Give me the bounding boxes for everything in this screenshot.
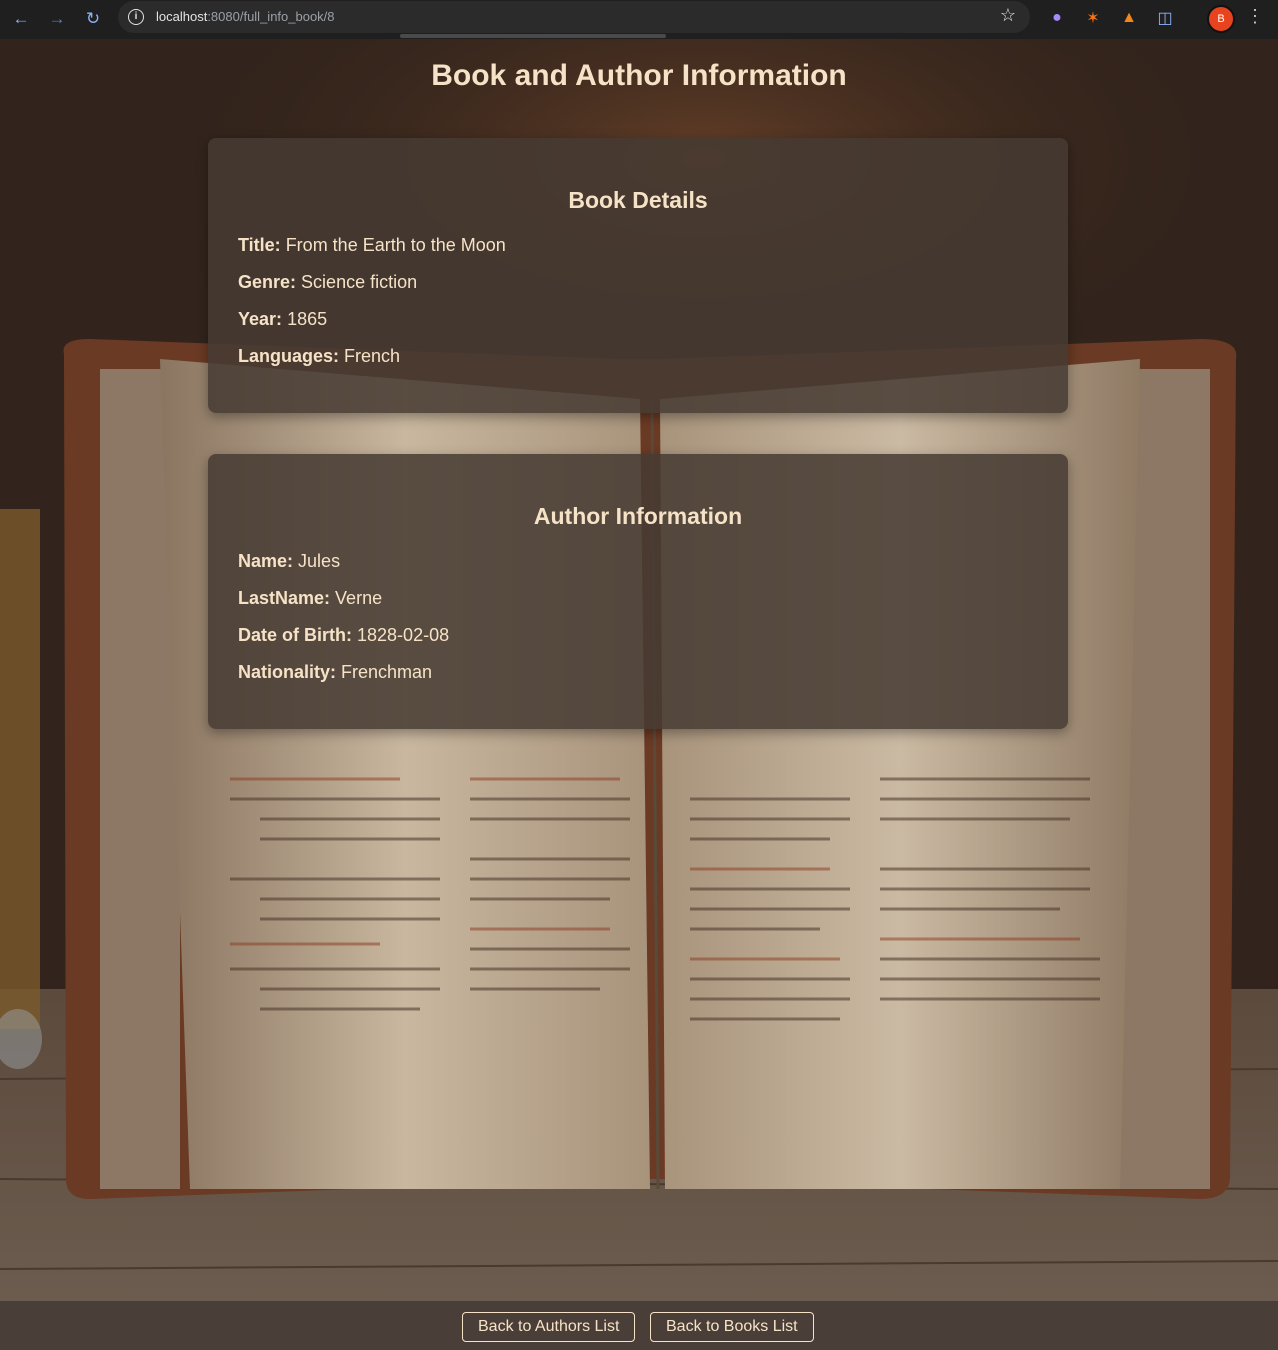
book-year-row: Year: 1865 bbox=[238, 309, 327, 330]
book-details-heading: Book Details bbox=[568, 187, 708, 213]
page-title: Book and Author Information bbox=[431, 59, 847, 92]
back-to-authors-button[interactable]: Back to Authors List bbox=[462, 1312, 636, 1342]
address-bar[interactable]: i localhost:8080/full_info_book/8 ☆ bbox=[118, 1, 1030, 33]
page-viewport: Book and Author Information Book Details… bbox=[0, 39, 1278, 1350]
author-name-label: Name: bbox=[238, 551, 294, 571]
fox-extension-icon[interactable]: ▲ bbox=[1118, 7, 1140, 29]
footer-bar: Back to Authors List Back to Books List bbox=[0, 1301, 1278, 1350]
author-name-value: Jules bbox=[298, 551, 341, 571]
author-nationality-label: Nationality: bbox=[238, 662, 337, 682]
browser-menu-icon[interactable]: ⋮ bbox=[1246, 6, 1264, 27]
url-path: :8080/full_info_book/8 bbox=[207, 9, 335, 24]
book-languages-value: French bbox=[344, 346, 401, 366]
author-lastname-label: LastName: bbox=[238, 588, 331, 608]
book-year-label: Year: bbox=[238, 309, 283, 329]
book-genre-row: Genre: Science fiction bbox=[238, 272, 417, 293]
book-languages-label: Languages: bbox=[238, 346, 340, 366]
author-dob-row: Date of Birth: 1828-02-08 bbox=[238, 625, 449, 646]
author-lastname-value: Verne bbox=[335, 588, 383, 608]
author-dob-value: 1828-02-08 bbox=[357, 625, 450, 645]
browser-toolbar: ← → ↻ i localhost:8080/full_info_book/8 … bbox=[0, 0, 1278, 39]
url-text[interactable]: localhost:8080/full_info_book/8 bbox=[156, 9, 335, 24]
book-genre-label: Genre: bbox=[238, 272, 297, 292]
forward-arrow-icon[interactable]: → bbox=[44, 6, 70, 32]
site-info-icon[interactable]: i bbox=[128, 9, 144, 25]
tab-scroll-indicator bbox=[400, 34, 666, 38]
sparkle-extension-icon[interactable]: ✶ bbox=[1082, 7, 1104, 29]
profile-avatar[interactable]: B bbox=[1207, 5, 1235, 33]
author-lastname-row: LastName: Verne bbox=[238, 588, 382, 609]
star-icon[interactable]: ☆ bbox=[1000, 5, 1016, 26]
book-year-value: 1865 bbox=[287, 309, 328, 329]
back-arrow-icon[interactable]: ← bbox=[8, 6, 34, 32]
author-info-heading: Author Information bbox=[533, 503, 743, 529]
book-genre-value: Science fiction bbox=[301, 272, 418, 292]
ghost-extension-icon[interactable]: ● bbox=[1046, 7, 1068, 29]
book-title-value: From the Earth to the Moon bbox=[285, 235, 506, 255]
back-to-books-button[interactable]: Back to Books List bbox=[650, 1312, 814, 1342]
book-details-card: Book Details Title: From the Earth to th… bbox=[208, 138, 1068, 413]
url-host: localhost bbox=[156, 9, 208, 24]
author-info-card: Author Information Name: Jules LastName:… bbox=[208, 454, 1068, 729]
book-title-row: Title: From the Earth to the Moon bbox=[238, 235, 506, 256]
book-title-label: Title: bbox=[238, 235, 281, 255]
reload-icon[interactable]: ↻ bbox=[80, 6, 106, 32]
author-nationality-value: Frenchman bbox=[341, 662, 433, 682]
author-nationality-row: Nationality: Frenchman bbox=[238, 662, 432, 683]
author-dob-label: Date of Birth: bbox=[238, 625, 352, 645]
book-languages-row: Languages: French bbox=[238, 346, 400, 367]
author-name-row: Name: Jules bbox=[238, 551, 340, 572]
puzzle-extensions-icon[interactable]: ◫ bbox=[1154, 7, 1176, 29]
